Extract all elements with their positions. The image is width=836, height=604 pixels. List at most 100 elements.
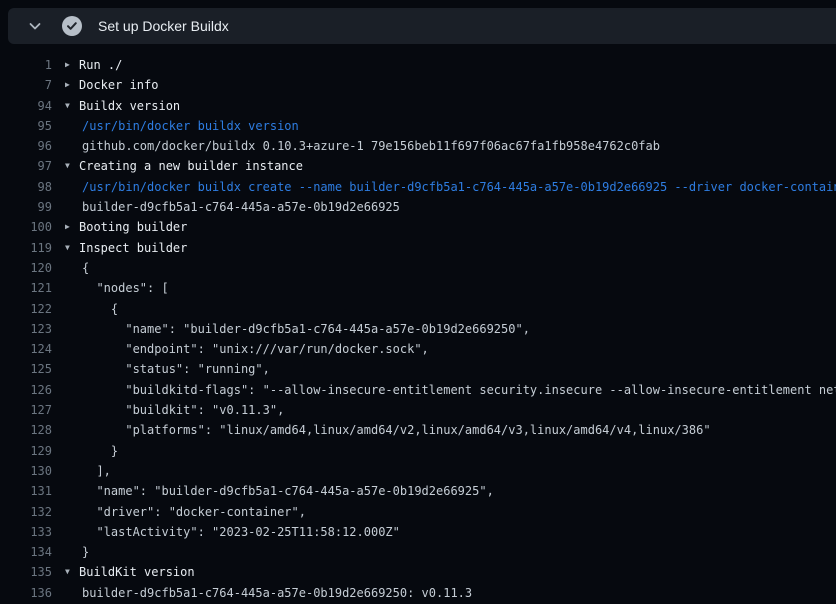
log-group-title[interactable]: Docker info [79, 75, 158, 95]
line-number[interactable]: 130 [0, 461, 52, 481]
log-line: 125 "status": "running", [0, 359, 836, 379]
indent-spacer [52, 299, 82, 319]
indent-spacer [52, 522, 82, 542]
indent-spacer [52, 461, 82, 481]
log-line: 120 { [0, 258, 836, 278]
indent-spacer [52, 400, 82, 420]
log-group-title[interactable]: Run ./ [79, 55, 122, 75]
expand-group-arrow-icon[interactable]: ▶ [65, 75, 79, 95]
line-number[interactable]: 95 [0, 116, 52, 136]
log-group-title[interactable]: BuildKit version [79, 562, 195, 582]
indent-spacer [52, 380, 82, 400]
line-number[interactable]: 1 [0, 55, 52, 75]
expand-group-arrow-icon[interactable]: ▶ [65, 55, 79, 75]
line-number[interactable]: 99 [0, 197, 52, 217]
line-number[interactable]: 120 [0, 258, 52, 278]
line-number[interactable]: 119 [0, 238, 52, 258]
indent-spacer [52, 542, 82, 562]
indent-spacer [52, 502, 82, 522]
collapse-group-arrow-icon[interactable]: ▼ [65, 156, 79, 176]
log-group-title[interactable]: Inspect builder [79, 238, 187, 258]
step-title: Set up Docker Buildx [98, 18, 229, 34]
log-output-text: "status": "running", [82, 359, 270, 379]
log-output-text: "buildkit": "v0.11.3", [82, 400, 284, 420]
log-line: 135 ▼BuildKit version [0, 562, 836, 582]
line-number[interactable]: 136 [0, 583, 52, 603]
line-number[interactable]: 127 [0, 400, 52, 420]
log-output-text: "lastActivity": "2023-02-25T11:58:12.000… [82, 522, 400, 542]
line-number[interactable]: 129 [0, 441, 52, 461]
log-line: 94 ▼Buildx version [0, 96, 836, 116]
indent-spacer [52, 339, 82, 359]
log-line: 7 ▶Docker info [0, 75, 836, 95]
log-line: 1 ▶Run ./ [0, 55, 836, 75]
line-number[interactable]: 133 [0, 522, 52, 542]
line-number[interactable]: 135 [0, 562, 52, 582]
collapse-group-arrow-icon[interactable]: ▼ [65, 238, 79, 258]
log-line: 122 { [0, 299, 836, 319]
indent-spacer [52, 420, 82, 440]
log-output-text: { [82, 258, 89, 278]
log-line: 97 ▼Creating a new builder instance [0, 156, 836, 176]
indent-spacer [52, 116, 82, 136]
log-line: 133 "lastActivity": "2023-02-25T11:58:12… [0, 522, 836, 542]
log-output-text: { [82, 299, 118, 319]
log-output-text: "name": "builder-d9cfb5a1-c764-445a-a57e… [82, 319, 530, 339]
log-line: 128 "platforms": "linux/amd64,linux/amd6… [0, 420, 836, 440]
collapse-group-arrow-icon[interactable]: ▼ [65, 562, 79, 582]
log-group-title[interactable]: Buildx version [79, 96, 180, 116]
indent-spacer [52, 278, 82, 298]
expand-group-arrow-icon[interactable]: ▶ [65, 217, 79, 237]
line-number[interactable]: 121 [0, 278, 52, 298]
log-output-text: "driver": "docker-container", [82, 502, 306, 522]
log-output-text: builder-d9cfb5a1-c764-445a-a57e-0b19d2e6… [82, 197, 400, 217]
line-number[interactable]: 125 [0, 359, 52, 379]
line-number[interactable]: 94 [0, 96, 52, 116]
collapse-group-arrow-icon[interactable]: ▼ [65, 96, 79, 116]
line-number[interactable]: 98 [0, 177, 52, 197]
log-output-text: } [82, 542, 89, 562]
line-number[interactable]: 124 [0, 339, 52, 359]
log-line: 98/usr/bin/docker buildx create --name b… [0, 177, 836, 197]
log-viewer: 1▶Run ./7▶Docker info94▼Buildx version95… [0, 55, 836, 603]
line-number[interactable]: 128 [0, 420, 52, 440]
log-group-title[interactable]: Booting builder [79, 217, 187, 237]
log-line: 127 "buildkit": "v0.11.3", [0, 400, 836, 420]
log-line: 129 } [0, 441, 836, 461]
log-line: 132 "driver": "docker-container", [0, 502, 836, 522]
log-output-text: "endpoint": "unix:///var/run/docker.sock… [82, 339, 429, 359]
indent-spacer [52, 319, 82, 339]
log-command-text: /usr/bin/docker buildx version [82, 116, 299, 136]
indent-spacer [52, 583, 82, 603]
line-number[interactable]: 123 [0, 319, 52, 339]
log-output-text: } [82, 441, 118, 461]
log-group-title[interactable]: Creating a new builder instance [79, 156, 303, 176]
chevron-down-icon[interactable] [24, 15, 46, 37]
log-output-text: builder-d9cfb5a1-c764-445a-a57e-0b19d2e6… [82, 583, 472, 603]
line-number[interactable]: 96 [0, 136, 52, 156]
line-number[interactable]: 131 [0, 481, 52, 501]
indent-spacer [52, 136, 82, 156]
indent-spacer [52, 177, 82, 197]
line-number[interactable]: 97 [0, 156, 52, 176]
line-number[interactable]: 134 [0, 542, 52, 562]
line-number[interactable]: 132 [0, 502, 52, 522]
log-line: 95/usr/bin/docker buildx version [0, 116, 836, 136]
log-line: 96 github.com/docker/buildx 0.10.3+azure-… [0, 136, 836, 156]
log-output-text: github.com/docker/buildx 0.10.3+azure-1 … [82, 136, 660, 156]
step-header[interactable]: Set up Docker Buildx [8, 8, 836, 44]
indent-spacer [52, 359, 82, 379]
log-line: 130 ], [0, 461, 836, 481]
log-output-text: ], [82, 461, 111, 481]
log-line: 99 builder-d9cfb5a1-c764-445a-a57e-0b19d2… [0, 197, 836, 217]
log-output-text: "name": "builder-d9cfb5a1-c764-445a-a57e… [82, 481, 494, 501]
log-line: 124 "endpoint": "unix:///var/run/docker.… [0, 339, 836, 359]
line-number[interactable]: 7 [0, 75, 52, 95]
line-number[interactable]: 122 [0, 299, 52, 319]
log-output-text: "platforms": "linux/amd64,linux/amd64/v2… [82, 420, 711, 440]
log-line: 136 builder-d9cfb5a1-c764-445a-a57e-0b19d… [0, 583, 836, 603]
indent-spacer [52, 441, 82, 461]
log-line: 119 ▼Inspect builder [0, 238, 836, 258]
line-number[interactable]: 126 [0, 380, 52, 400]
line-number[interactable]: 100 [0, 217, 52, 237]
